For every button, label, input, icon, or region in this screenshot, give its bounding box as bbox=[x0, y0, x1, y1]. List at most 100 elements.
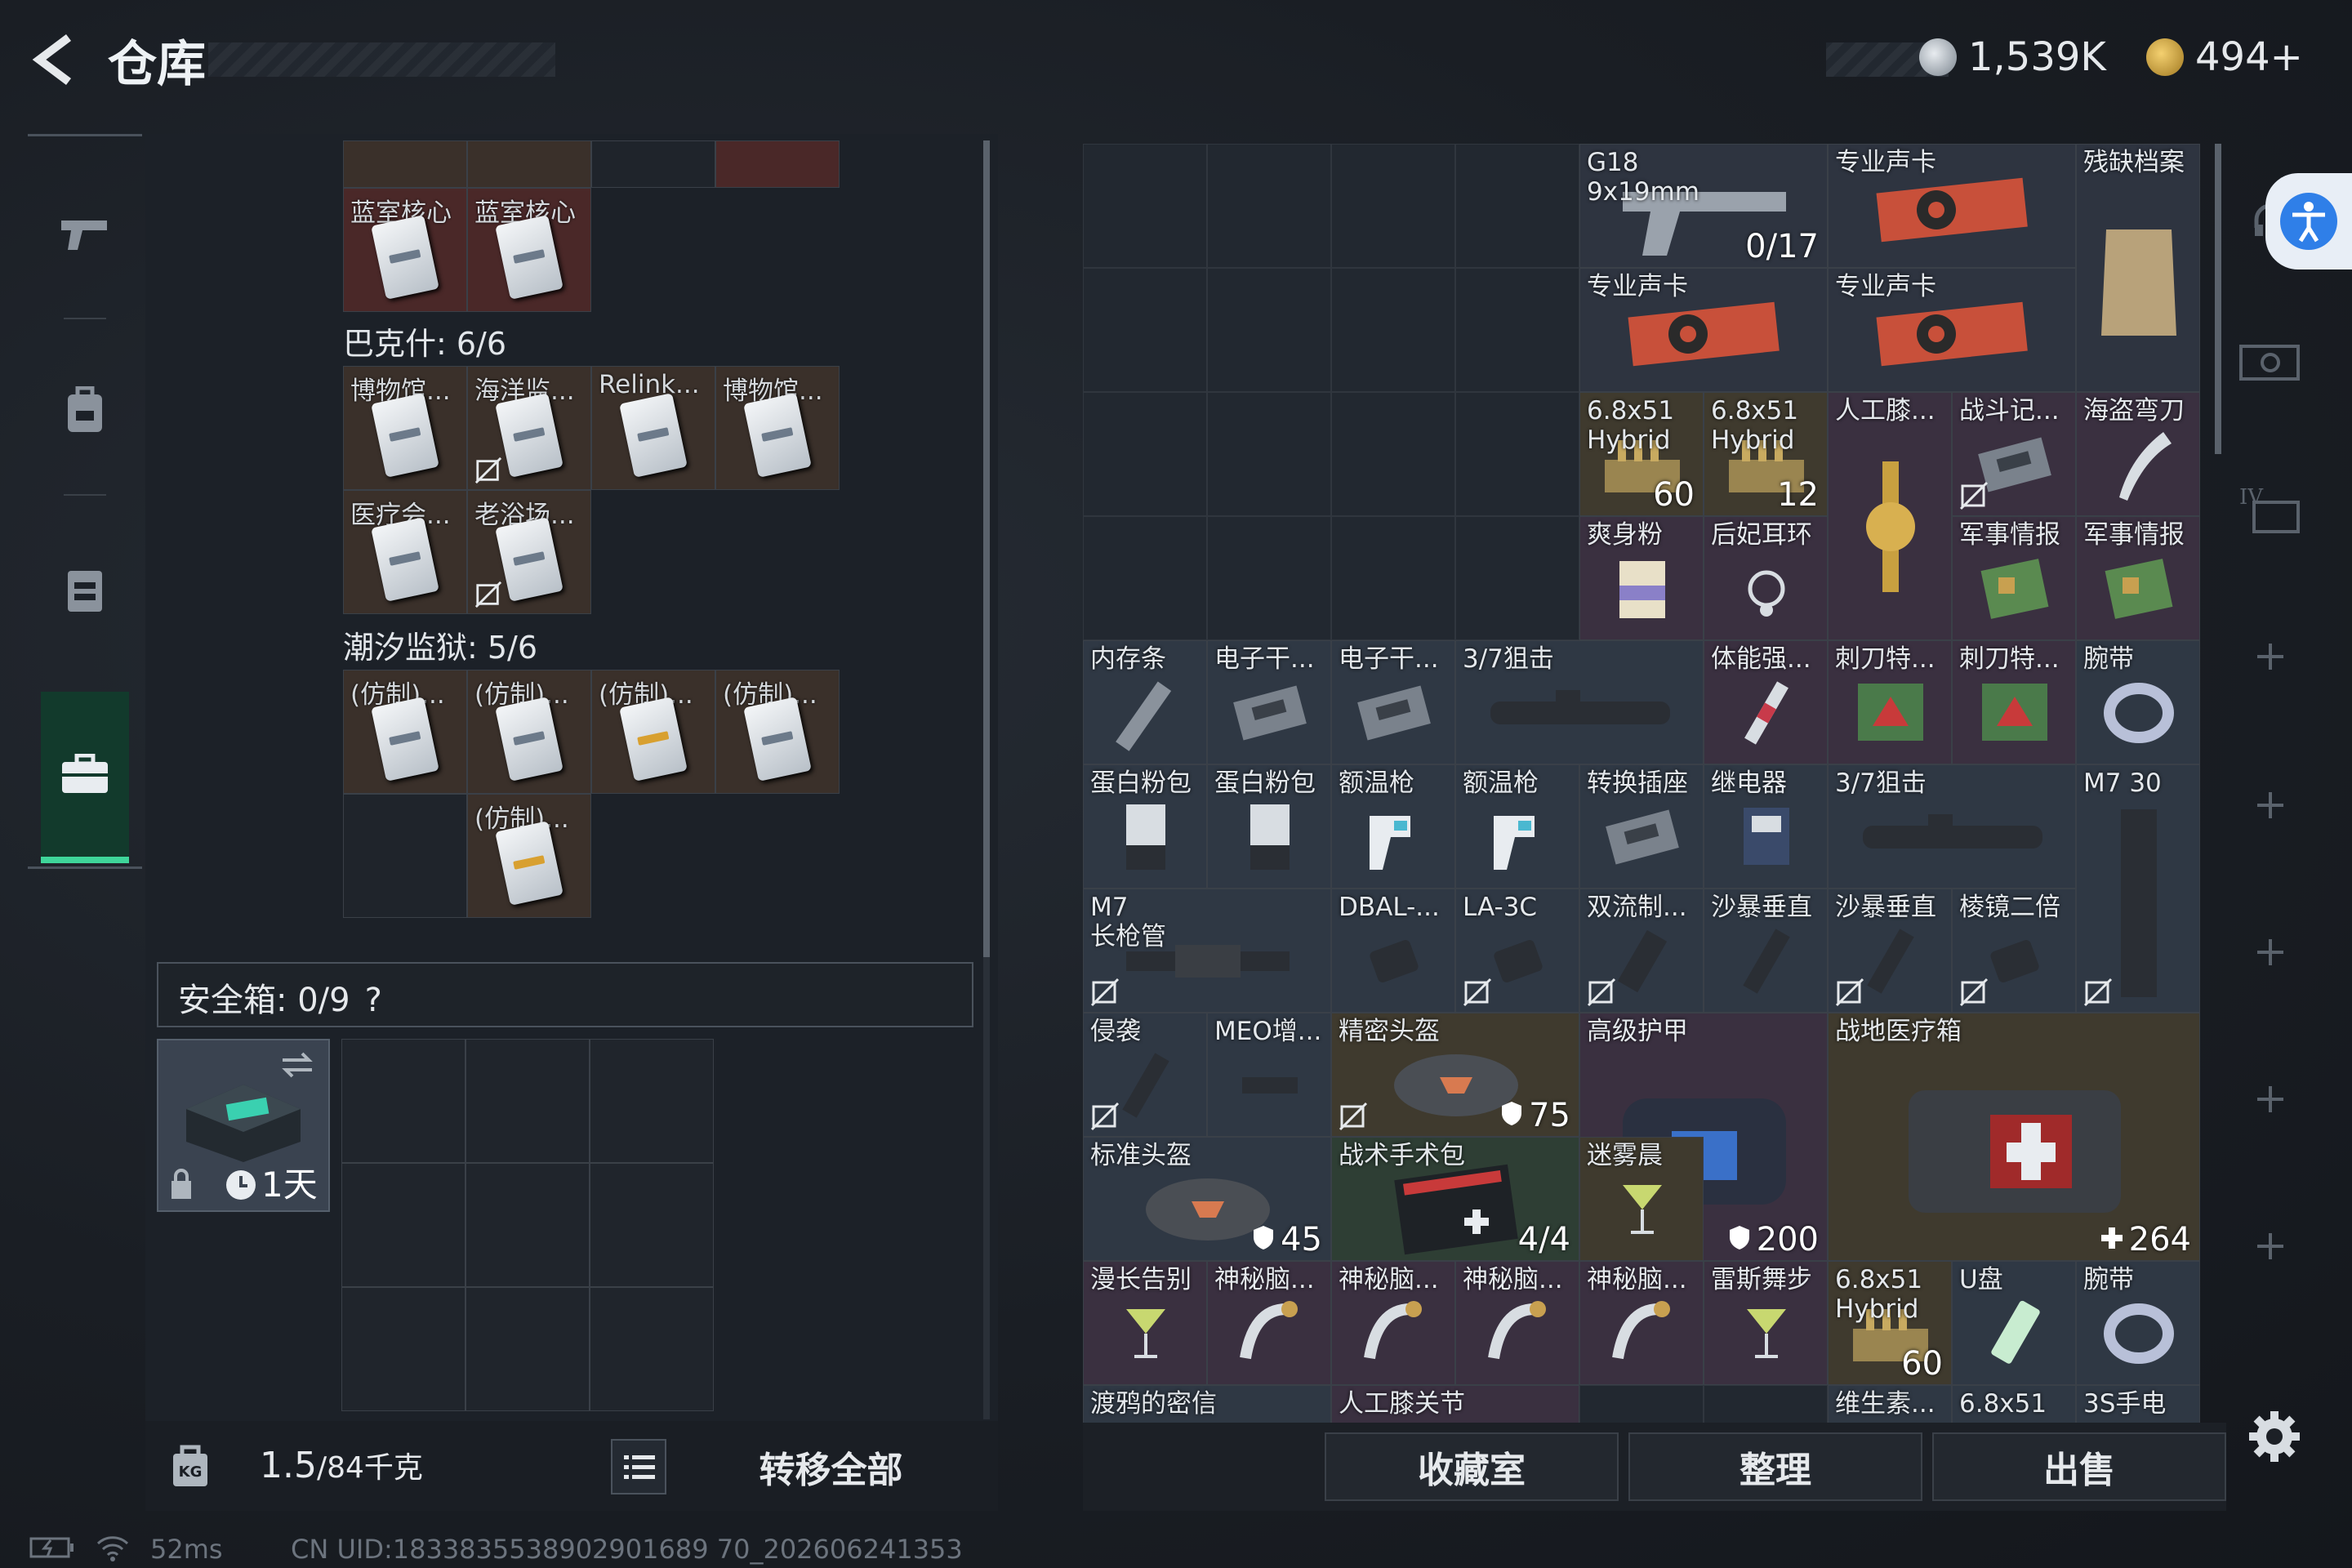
empty-cell[interactable] bbox=[343, 794, 467, 918]
inventory-item[interactable]: 6.8x51 Hybrid 12 bbox=[1704, 392, 1828, 516]
inventory-item[interactable]: 维生素... bbox=[1828, 1385, 1952, 1423]
item-cell[interactable] bbox=[715, 140, 840, 188]
item-cell[interactable]: 蓝室核心 bbox=[343, 188, 467, 312]
inventory-item[interactable]: 标准头盔 45 bbox=[1083, 1137, 1331, 1261]
empty-cell[interactable] bbox=[591, 140, 715, 188]
inventory-item[interactable]: 海盗弯刀 bbox=[2076, 392, 2200, 516]
inventory-item[interactable]: 渡鸦的密信 bbox=[1083, 1385, 1331, 1423]
inventory-item[interactable]: 军事情报 bbox=[2076, 516, 2200, 640]
empty-slot[interactable] bbox=[1455, 144, 1579, 268]
keycard-cell[interactable]: (仿制)... bbox=[591, 670, 715, 794]
keycard-cell[interactable]: 医疗会... bbox=[343, 490, 467, 614]
keycard-cell[interactable]: 博物馆... bbox=[343, 366, 467, 490]
inventory-item[interactable]: 额温枪 bbox=[1455, 764, 1579, 889]
swap-icon[interactable] bbox=[279, 1050, 315, 1080]
keycard-cell[interactable]: 老浴场... bbox=[467, 490, 591, 614]
empty-slot[interactable] bbox=[1083, 144, 1207, 268]
inventory-item[interactable]: 人工膝... bbox=[1828, 392, 1952, 640]
safebox-item[interactable]: 1天 bbox=[157, 1039, 330, 1212]
nav-safebox[interactable] bbox=[41, 692, 129, 863]
add-tab-icon[interactable] bbox=[2257, 644, 2283, 670]
gear-icon[interactable] bbox=[2246, 1408, 2303, 1465]
empty-slot[interactable] bbox=[1207, 516, 1331, 640]
inventory-item[interactable]: U盘 bbox=[1952, 1261, 2076, 1385]
storage-tab-5[interactable] bbox=[2230, 318, 2311, 400]
inventory-item[interactable]: 战术手术包 4/4 bbox=[1331, 1137, 1579, 1261]
inventory-item[interactable]: 沙暴垂直 bbox=[1828, 889, 1952, 1013]
inventory-item[interactable]: 人工膝关节 bbox=[1331, 1385, 1579, 1423]
inventory-item[interactable]: LA-3C bbox=[1455, 889, 1579, 1013]
inventory-item[interactable]: 3/7狙击 bbox=[1828, 764, 2076, 889]
sort-button[interactable]: 整理 bbox=[1628, 1432, 1922, 1501]
storage-tab-4[interactable]: IV bbox=[2230, 467, 2311, 549]
help-icon[interactable]: ? bbox=[365, 982, 382, 1019]
empty-slot[interactable] bbox=[1579, 1385, 1704, 1423]
safebox-slot[interactable] bbox=[341, 1039, 466, 1163]
keycard-cell[interactable]: Relink... bbox=[591, 366, 715, 490]
inventory-item[interactable]: G18 9x19mm 0/17 bbox=[1579, 144, 1828, 268]
inventory-item[interactable]: 蛋白粉包 bbox=[1083, 764, 1207, 889]
inventory-item[interactable]: 迷雾晨 bbox=[1579, 1137, 1704, 1261]
inventory-item[interactable]: 军事情报 bbox=[1952, 516, 2076, 640]
inventory-item[interactable]: 蛋白粉包 bbox=[1207, 764, 1331, 889]
empty-slot[interactable] bbox=[1331, 392, 1455, 516]
accessibility-button[interactable] bbox=[2265, 173, 2352, 270]
inventory-item[interactable]: 额温枪 bbox=[1331, 764, 1455, 889]
empty-slot[interactable] bbox=[1704, 1385, 1828, 1423]
add-tab-icon[interactable] bbox=[2257, 792, 2283, 818]
inventory-item[interactable]: 漫长告别 bbox=[1083, 1261, 1207, 1385]
back-arrow-icon[interactable] bbox=[28, 31, 85, 88]
nav-vest[interactable] bbox=[41, 545, 129, 633]
inventory-item[interactable]: 3/7狙击 bbox=[1455, 640, 1704, 764]
inventory-item[interactable]: 继电器 bbox=[1704, 764, 1828, 889]
inventory-item[interactable]: 神秘脑... bbox=[1331, 1261, 1455, 1385]
inventory-item[interactable]: 腕带 bbox=[2076, 1261, 2200, 1385]
inventory-item[interactable]: 神秘脑... bbox=[1207, 1261, 1331, 1385]
item-cell[interactable] bbox=[467, 140, 591, 188]
empty-slot[interactable] bbox=[1331, 144, 1455, 268]
keycard-cell[interactable]: (仿制)... bbox=[467, 794, 591, 918]
inventory-item[interactable]: 爽身粉 bbox=[1579, 516, 1704, 640]
left-scrollbar-thumb[interactable] bbox=[983, 140, 990, 957]
add-tab-icon[interactable] bbox=[2257, 1233, 2283, 1259]
keycard-cell[interactable]: (仿制)... bbox=[715, 670, 840, 794]
safebox-slot[interactable] bbox=[590, 1287, 714, 1411]
empty-slot[interactable] bbox=[1331, 268, 1455, 392]
inventory-item[interactable]: MEO增... bbox=[1207, 1013, 1331, 1137]
nav-weapons[interactable] bbox=[41, 190, 129, 278]
sell-button[interactable]: 出售 bbox=[1932, 1432, 2226, 1501]
inventory-item[interactable]: 6.8x51 Hybrid 60 bbox=[1579, 392, 1704, 516]
inventory-item[interactable]: 战地医疗箱 264 bbox=[1828, 1013, 2200, 1261]
inventory-item[interactable]: 电子干... bbox=[1331, 640, 1455, 764]
inventory-item[interactable]: 3S手电 bbox=[2076, 1385, 2200, 1423]
inventory-item[interactable]: 专业声卡 bbox=[1828, 268, 2076, 392]
inventory-item[interactable]: 电子干... bbox=[1207, 640, 1331, 764]
inventory-item[interactable]: 6.8x51 Hybrid 60 bbox=[1828, 1261, 1952, 1385]
keycard-cell[interactable]: (仿制)... bbox=[343, 670, 467, 794]
empty-slot[interactable] bbox=[1455, 516, 1579, 640]
inventory-item[interactable]: M7 长枪管 bbox=[1083, 889, 1331, 1013]
transfer-all-button[interactable]: 转移全部 bbox=[686, 1431, 976, 1503]
empty-slot[interactable] bbox=[1207, 392, 1331, 516]
item-cell[interactable] bbox=[343, 140, 467, 188]
empty-slot[interactable] bbox=[1455, 268, 1579, 392]
inventory-item[interactable]: 腕带 bbox=[2076, 640, 2200, 764]
add-tab-icon[interactable] bbox=[2257, 939, 2283, 965]
empty-slot[interactable] bbox=[1083, 392, 1207, 516]
safebox-slot[interactable] bbox=[341, 1287, 466, 1411]
inventory-item[interactable]: 转换插座 bbox=[1579, 764, 1704, 889]
inventory-item[interactable]: M7 30 bbox=[2076, 764, 2200, 1013]
safebox-slot[interactable] bbox=[590, 1163, 714, 1287]
safebox-slot[interactable] bbox=[590, 1039, 714, 1163]
nav-backpack[interactable] bbox=[41, 367, 129, 455]
inventory-item[interactable]: 雷斯舞步 bbox=[1704, 1261, 1828, 1385]
inventory-item[interactable]: 精密头盔 75 bbox=[1331, 1013, 1579, 1137]
empty-slot[interactable] bbox=[1207, 268, 1331, 392]
inventory-item[interactable]: 棱镜二倍 bbox=[1952, 889, 2076, 1013]
keycard-cell[interactable]: 海洋监... bbox=[467, 366, 591, 490]
keycard-cell[interactable]: 博物馆... bbox=[715, 366, 840, 490]
safebox-slot[interactable] bbox=[466, 1163, 590, 1287]
inventory-item[interactable]: 侵袭 bbox=[1083, 1013, 1207, 1137]
empty-slot[interactable] bbox=[1083, 268, 1207, 392]
safebox-slot[interactable] bbox=[466, 1039, 590, 1163]
